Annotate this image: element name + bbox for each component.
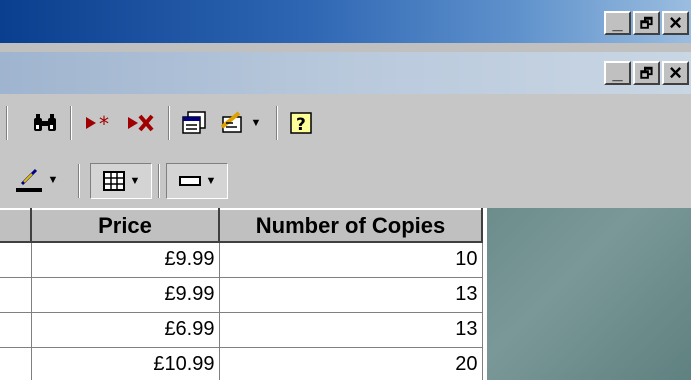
- help-icon: ?: [290, 112, 312, 135]
- special-effect-icon: [178, 176, 201, 186]
- row-selector[interactable]: [0, 242, 32, 278]
- copies-cell[interactable]: 20: [219, 347, 483, 380]
- toolbar-separator: [168, 106, 170, 140]
- delete-record-icon: [128, 114, 154, 132]
- dropdown-arrow-icon[interactable]: ▼: [251, 117, 262, 129]
- datasheet-grid: Price Number of Copies £9.99 10 £9.99 13…: [0, 208, 487, 380]
- dropdown-arrow-icon[interactable]: ▼: [206, 175, 217, 187]
- gridlines-button[interactable]: ▼: [90, 163, 152, 199]
- row-selector-header[interactable]: [0, 208, 32, 243]
- price-cell[interactable]: £10.99: [31, 347, 220, 380]
- table-row: £9.99 13: [0, 277, 483, 313]
- copies-cell[interactable]: 10: [219, 242, 483, 278]
- document-caption-buttons: _ 🗗 ×: [604, 61, 689, 85]
- svg-text:?: ?: [296, 115, 306, 135]
- minimize-icon: _: [612, 63, 623, 83]
- copies-cell[interactable]: 13: [219, 277, 483, 313]
- restore-icon: 🗗: [639, 65, 654, 81]
- toolbar-separator: [6, 106, 8, 140]
- table-row: £6.99 13: [0, 312, 483, 348]
- column-header-price[interactable]: Price: [30, 208, 220, 243]
- row-selector[interactable]: [0, 347, 32, 380]
- database-window-button[interactable]: [178, 108, 210, 138]
- line-color-icon: [15, 168, 42, 192]
- row-selector[interactable]: [0, 277, 32, 313]
- svg-text:*: *: [99, 112, 109, 134]
- standard-toolbar: * ▼ ?: [0, 94, 691, 153]
- datasheet-table: Price Number of Copies £9.99 10 £9.99 13…: [0, 208, 483, 380]
- mdi-background: [487, 208, 691, 380]
- row-selector[interactable]: [0, 312, 32, 348]
- line-color-button[interactable]: ▼: [4, 164, 68, 196]
- column-header-number-of-copies[interactable]: Number of Copies: [218, 208, 483, 243]
- special-effect-button[interactable]: ▼: [166, 163, 228, 199]
- price-cell[interactable]: £9.99: [31, 277, 220, 313]
- dropdown-arrow-icon[interactable]: ▼: [48, 174, 59, 186]
- app-title-bar[interactable]: _ 🗗 ×: [0, 0, 691, 43]
- delete-record-button[interactable]: [122, 108, 160, 138]
- document-title-bar[interactable]: _ 🗗 ×: [0, 52, 691, 94]
- dropdown-arrow-icon[interactable]: ▼: [130, 175, 141, 187]
- minimize-icon: _: [612, 13, 623, 33]
- help-button[interactable]: ?: [286, 108, 316, 138]
- table-row: £10.99 20: [0, 347, 483, 380]
- find-icon: [34, 114, 56, 131]
- toolbar-separator: [70, 106, 72, 140]
- database-window-icon: [182, 111, 206, 134]
- close-button[interactable]: ×: [662, 11, 689, 35]
- new-object-icon: [220, 111, 242, 133]
- price-cell[interactable]: £9.99: [31, 242, 220, 278]
- formatting-toolbar: ▼ ▼ ▼: [0, 152, 691, 208]
- price-cell[interactable]: £6.99: [31, 312, 220, 348]
- new-record-icon: *: [86, 112, 109, 134]
- restore-icon: 🗗: [639, 15, 654, 31]
- toolbar-separator: [78, 164, 80, 198]
- table-row: £9.99 10: [0, 242, 483, 278]
- gridlines-icon: [102, 171, 125, 191]
- new-record-button[interactable]: *: [80, 108, 118, 138]
- doc-minimize-button[interactable]: _: [604, 61, 631, 85]
- find-button[interactable]: [30, 108, 60, 138]
- doc-close-button[interactable]: ×: [662, 61, 689, 85]
- close-icon: ×: [669, 10, 682, 35]
- minimize-button[interactable]: _: [604, 11, 631, 35]
- copies-cell[interactable]: 13: [219, 312, 483, 348]
- toolbar-separator: [276, 106, 278, 140]
- close-icon: ×: [669, 60, 682, 85]
- header-row: Price Number of Copies: [0, 208, 483, 243]
- menu-strip: [0, 43, 691, 52]
- toolbar-separator: [158, 164, 160, 198]
- restore-button[interactable]: 🗗: [633, 11, 660, 35]
- app-caption-buttons: _ 🗗 ×: [604, 11, 689, 35]
- new-object-button[interactable]: ▼: [214, 108, 266, 138]
- doc-restore-button[interactable]: 🗗: [633, 61, 660, 85]
